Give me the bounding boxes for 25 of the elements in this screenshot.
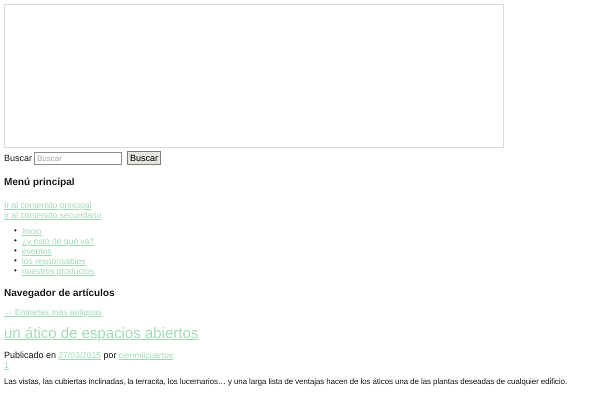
author-link[interactable]: cienmilcuartos [118,350,174,360]
menu-heading: Menú principal [4,177,76,188]
menu-link[interactable]: los responsables [22,256,86,266]
menu-link[interactable]: nuestros productos [22,266,94,276]
date-link[interactable]: 27/03/2015 [58,350,101,360]
skip-link[interactable]: Ir al contenido principal [4,200,92,210]
older-posts-link[interactable]: ← Entradas más antiguas [4,307,102,317]
post-excerpt: Las vistas, las cubiertas inclinadas, la terracita, los lucernarios… y una larga lista de ventajas hacen de los áticos una de las plantas deseadas de cualquier edificio. [4,377,568,386]
menu-link[interactable]: ¿y esto de qué va? [22,236,94,246]
skip-link[interactable]: Ir al contenido secundario [4,210,102,220]
bullet-mark: • [14,236,17,246]
menu-link[interactable]: eventos [22,246,52,256]
bullet-mark: • [14,226,17,236]
bullet-mark: • [14,246,17,256]
bullet-mark: • [14,256,17,266]
post-title-link[interactable]: un ático de espacios abiertos [4,325,198,342]
bullet-mark: • [14,266,17,276]
search-button[interactable]: Buscar [127,151,162,165]
menu-link[interactable]: Inicio [22,226,42,236]
search-label: Buscar [4,153,32,163]
navigator-heading: Navegador de artículos [4,288,116,299]
by-label: por [103,350,116,360]
comments-link[interactable]: 1 [4,360,9,370]
published-label: Publicado en [4,350,56,360]
search-field[interactable]: Buscar [34,152,122,164]
